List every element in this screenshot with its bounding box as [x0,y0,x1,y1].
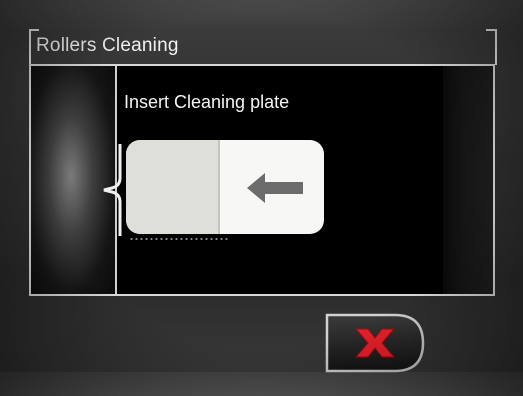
dialog-title: Rollers Cleaning [36,35,179,56]
instruction-panel: Insert Cleaning plate [29,64,495,296]
plate-left-half [126,140,218,234]
screen-bottom-bezel [0,372,523,396]
instruction-text: Insert Cleaning plate [124,92,290,112]
cancel-button[interactable] [323,311,428,375]
panel-right-shade [443,66,493,294]
plate-divider [218,140,220,234]
frame-corner-top-right [486,29,497,65]
plate-track-dots [129,238,229,240]
cleaning-plate-graphic [126,140,324,234]
plate-slot-icon [103,144,122,236]
arrow-left-icon [247,173,303,203]
